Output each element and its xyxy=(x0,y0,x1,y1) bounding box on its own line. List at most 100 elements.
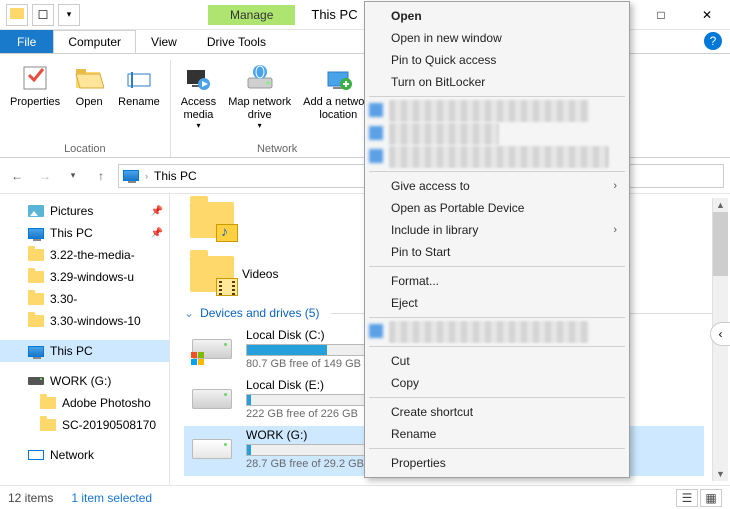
pc-icon xyxy=(28,343,44,359)
tree-item[interactable]: 3.22-the-media- xyxy=(0,244,169,266)
tree-item[interactable]: 3.30- xyxy=(0,288,169,310)
folder-icon xyxy=(190,202,234,238)
menu-separator xyxy=(369,448,625,449)
quick-access-toolbar: ☐ ▾ xyxy=(6,4,80,26)
section-title: Devices and drives (5) xyxy=(200,306,319,320)
qat-slot-2[interactable]: ☐ xyxy=(32,4,54,26)
menu-blurred-item[interactable] xyxy=(389,123,499,145)
open-button[interactable]: Open xyxy=(66,60,112,141)
tab-file[interactable]: File xyxy=(0,30,53,53)
menu-blurred-item[interactable] xyxy=(389,146,609,168)
menu-cut[interactable]: Cut xyxy=(367,350,627,372)
close-button[interactable]: ✕ xyxy=(684,0,730,30)
tree-item[interactable]: 3.29-windows-u xyxy=(0,266,169,288)
menu-include-library[interactable]: Include in library› xyxy=(367,219,627,241)
tree-item[interactable]: This PC📌 xyxy=(0,222,169,244)
menu-copy[interactable]: Copy xyxy=(367,372,627,394)
tree-item[interactable]: SC-20190508170 xyxy=(0,414,169,436)
scrollbar-thumb[interactable] xyxy=(713,212,728,276)
menu-blurred-item[interactable] xyxy=(389,321,589,343)
tree-item[interactable]: Pictures 📌 xyxy=(0,200,169,222)
drive-icon xyxy=(190,332,234,366)
maximize-icon: □ xyxy=(657,8,664,22)
contextual-tab-manage[interactable]: Manage xyxy=(208,5,295,25)
chevron-down-icon: ▾ xyxy=(196,121,200,130)
rename-button[interactable]: Rename xyxy=(112,60,166,141)
tree-item[interactable]: WORK (G:) xyxy=(0,370,169,392)
tree-item[interactable]: This PC xyxy=(0,340,169,362)
access-media-button[interactable]: Access media ▾ xyxy=(175,60,222,141)
video-overlay-icon xyxy=(216,278,238,296)
tab-computer[interactable]: Computer xyxy=(53,30,136,53)
arrow-right-icon: → xyxy=(39,169,51,183)
pin-icon: 📌 xyxy=(151,228,163,239)
arrow-left-icon: ← xyxy=(11,169,23,183)
blurred-icon xyxy=(369,126,383,140)
properties-button[interactable]: Properties xyxy=(4,60,66,141)
tile-label: Videos xyxy=(242,267,278,281)
view-tiles-button[interactable]: ▦ xyxy=(700,489,722,507)
menu-properties[interactable]: Properties xyxy=(367,452,627,474)
nav-back-button[interactable]: ← xyxy=(6,165,28,187)
tree-item-label: 3.30- xyxy=(50,292,77,306)
submenu-arrow-icon: › xyxy=(613,224,617,236)
menu-separator xyxy=(369,317,625,318)
nav-history-button[interactable]: ▾ xyxy=(62,165,84,187)
help-button[interactable]: ? xyxy=(704,32,722,50)
nav-tree[interactable]: Pictures📌This PC📌3.22-the-media-3.29-win… xyxy=(0,194,170,485)
show-preview-pane-button[interactable]: ‹ xyxy=(710,322,730,346)
pin-icon: 📌 xyxy=(151,206,163,217)
nav-forward-button[interactable]: → xyxy=(34,165,56,187)
menu-pin-start[interactable]: Pin to Start xyxy=(367,241,627,263)
map-network-drive-button[interactable]: Map network drive ▾ xyxy=(222,60,297,141)
folder-icon xyxy=(28,269,44,285)
tree-item-label: Pictures xyxy=(50,204,93,218)
scroll-up-icon[interactable]: ▲ xyxy=(713,198,728,212)
menu-rename[interactable]: Rename xyxy=(367,423,627,445)
scroll-down-icon[interactable]: ▼ xyxy=(713,467,728,481)
folder-icon xyxy=(190,256,234,292)
qat-slot-1[interactable] xyxy=(6,4,28,26)
chevron-left-icon: ‹ xyxy=(719,327,723,341)
view-details-button[interactable]: ☰ xyxy=(676,489,698,507)
tree-item[interactable]: Network xyxy=(0,444,169,466)
tree-item[interactable]: 3.30-windows-10 xyxy=(0,310,169,332)
tile-videos[interactable]: Videos xyxy=(190,256,278,292)
menu-pin-quick-access[interactable]: Pin to Quick access xyxy=(367,49,627,71)
menu-blurred-item[interactable] xyxy=(389,100,589,122)
status-selected: 1 item selected xyxy=(71,491,152,505)
menu-give-access-to[interactable]: Give access to› xyxy=(367,175,627,197)
menu-separator xyxy=(369,397,625,398)
window-title: This PC xyxy=(311,7,357,22)
chevron-down-icon: ▾ xyxy=(258,121,262,130)
menu-create-shortcut[interactable]: Create shortcut xyxy=(367,401,627,423)
menu-format[interactable]: Format... xyxy=(367,270,627,292)
menu-portable-device[interactable]: Open as Portable Device xyxy=(367,197,627,219)
tab-view[interactable]: View xyxy=(136,30,192,53)
qat-dropdown[interactable]: ▾ xyxy=(58,4,80,26)
chevron-down-icon: ▾ xyxy=(67,9,72,20)
checkbox-icon: ☐ xyxy=(38,8,49,22)
menu-open[interactable]: Open xyxy=(367,5,627,27)
close-icon: ✕ xyxy=(702,8,712,22)
music-overlay-icon xyxy=(216,224,238,242)
tree-item[interactable]: Adobe Photosho xyxy=(0,392,169,414)
tree-item-label: WORK (G:) xyxy=(50,374,111,388)
menu-eject[interactable]: Eject xyxy=(367,292,627,314)
menu-open-new-window[interactable]: Open in new window xyxy=(367,27,627,49)
ribbon-group-label: Location xyxy=(64,141,106,157)
tree-item-label: This PC xyxy=(50,344,93,358)
menu-bitlocker[interactable]: Turn on BitLocker xyxy=(367,71,627,93)
tile-music[interactable]: Music xyxy=(190,202,234,238)
properties-icon xyxy=(19,62,51,94)
context-menu: Open Open in new window Pin to Quick acc… xyxy=(364,1,630,478)
maximize-button[interactable]: □ xyxy=(638,0,684,30)
pc-icon xyxy=(28,225,44,241)
help-icon: ? xyxy=(710,34,717,48)
grid-icon: ▦ xyxy=(705,491,716,505)
folder-icon xyxy=(28,247,44,263)
ribbon-group-label: Network xyxy=(257,141,297,157)
nav-up-button[interactable]: ↑ xyxy=(90,165,112,187)
rename-icon xyxy=(123,62,155,94)
tab-drive-tools[interactable]: Drive Tools xyxy=(192,30,281,53)
